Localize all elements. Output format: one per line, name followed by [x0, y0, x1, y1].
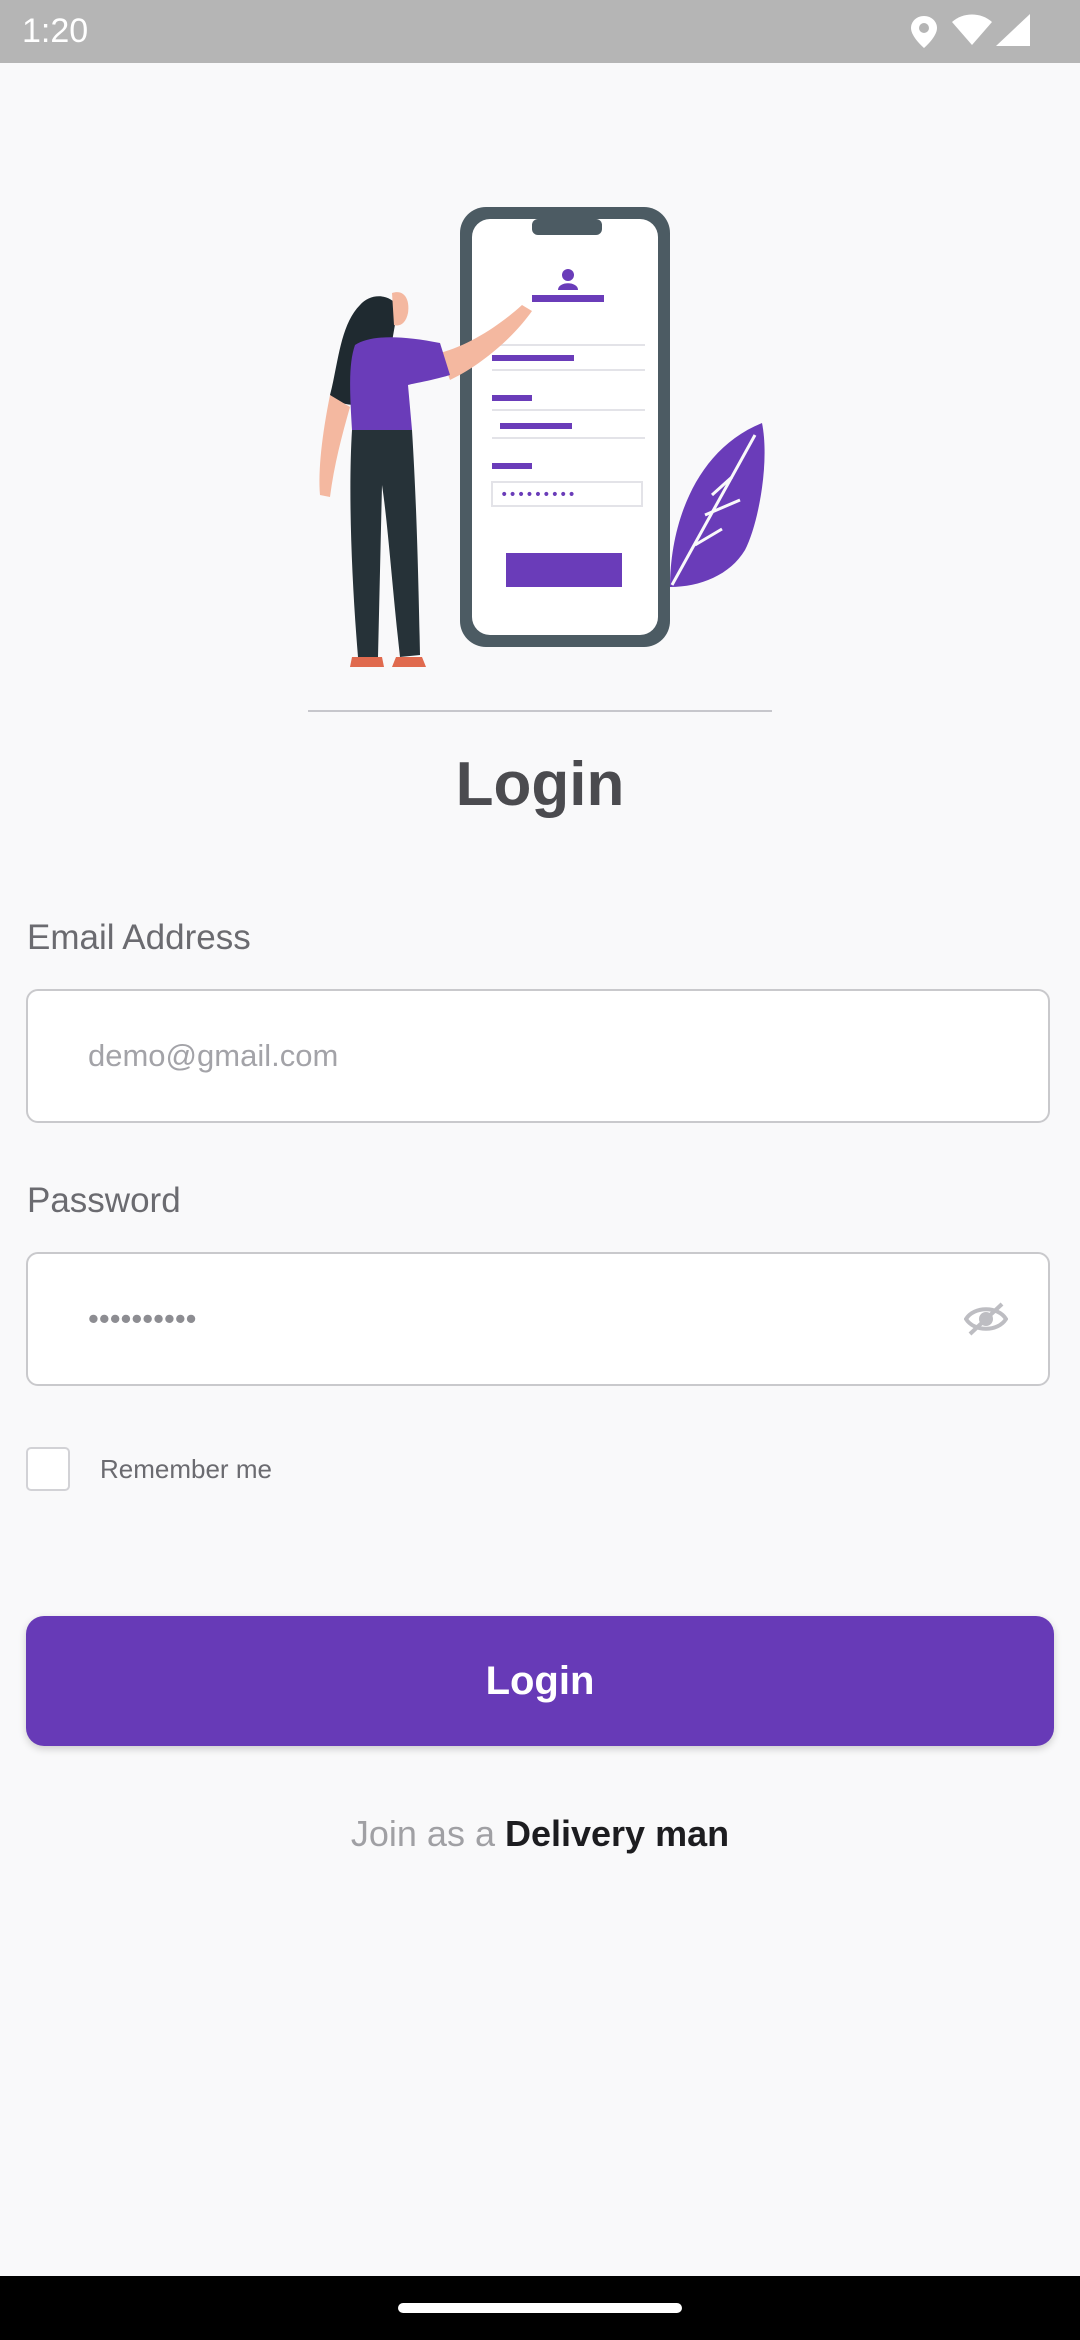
password-label: Password [27, 1181, 181, 1220]
remember-me-label[interactable]: Remember me [100, 1449, 272, 1489]
remember-me-checkbox[interactable] [26, 1447, 70, 1491]
password-field[interactable] [26, 1252, 1050, 1386]
wifi-icon [952, 14, 992, 45]
home-indicator[interactable] [398, 2303, 682, 2313]
join-delivery-man: Join as a Delivery man [0, 1810, 1080, 1858]
status-bar: 1:20 [0, 0, 1080, 63]
email-field[interactable] [26, 989, 1050, 1123]
login-illustration: ••••••••• [300, 195, 780, 715]
login-button[interactable]: Login [26, 1616, 1054, 1746]
page-title: Login [455, 750, 625, 819]
delivery-man-link[interactable]: Delivery man [505, 1813, 729, 1854]
eye-off-icon[interactable] [964, 1300, 1008, 1338]
join-prefix: Join as a [350, 1813, 505, 1854]
location-icon [911, 16, 937, 48]
email-input[interactable] [88, 991, 948, 1121]
woman-phone-form-illustration: ••••••••• [308, 207, 772, 712]
password-input[interactable] [88, 1254, 948, 1384]
illustration-masked-text: ••••••••• [500, 487, 576, 503]
system-nav-bar [0, 2276, 1080, 2340]
email-label: Email Address [27, 918, 251, 957]
signal-icon [996, 14, 1030, 46]
status-time: 1:20 [22, 12, 89, 50]
